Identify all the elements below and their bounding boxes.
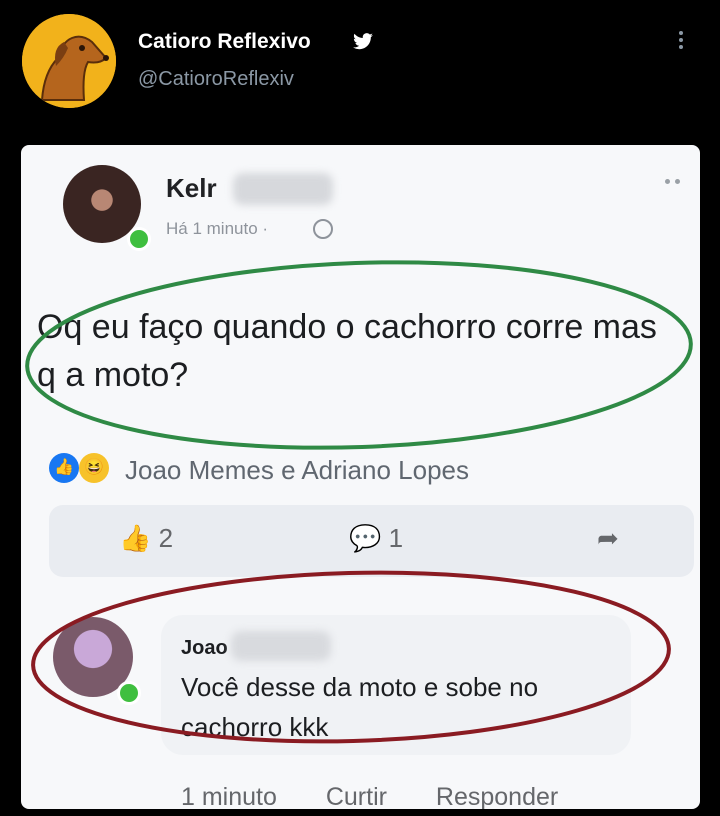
redacted-surname (233, 173, 333, 205)
comment-like-link: Curtir (325, 783, 387, 809)
comment-reply-link: Responder (435, 783, 559, 809)
handle[interactable]: @CatioroReflexiv (138, 68, 294, 91)
comment-icon: 💬 (349, 523, 382, 553)
dog-avatar[interactable] (22, 14, 116, 108)
comment-meta: 1 minuto Curtir Responder (181, 783, 600, 809)
like-count: 👍 2 (119, 523, 173, 554)
twitter-bird-icon (352, 33, 374, 56)
vertical-dots-icon[interactable] (676, 28, 686, 58)
post-action-bar: 👍 2 💬 1 ➦ (49, 505, 694, 577)
comment-text: Você desse da moto e sobe no cachorro kk… (181, 672, 539, 742)
post-timestamp: Há 1 minuto · (166, 219, 269, 238)
share-icon: ➦ (597, 523, 619, 553)
thumbs-up-icon: 👍 (119, 523, 152, 553)
post-options-icon (665, 179, 680, 184)
comment-time: 1 minuto (181, 783, 277, 809)
haha-reaction-icon: 😆 (79, 453, 109, 483)
redacted-comment-surname (231, 631, 331, 661)
post-author-name: Kelr (166, 173, 217, 203)
comment-author-name: Joao (181, 637, 228, 659)
dog-avatar-illustration (22, 14, 116, 108)
comment-online-dot (117, 681, 141, 705)
like-count-value: 2 (158, 523, 174, 553)
display-name[interactable]: Catioro Reflexivo (138, 30, 311, 54)
post-text: Oq eu faço quando o cachorro corre mas q… (37, 308, 657, 394)
like-reaction-icon: 👍 (49, 453, 79, 483)
online-status-dot (127, 227, 151, 251)
tweet-header: Catioro Reflexivo @CatioroReflexiv (0, 0, 720, 140)
comment-count: 💬 1 (349, 523, 403, 554)
globe-icon (313, 219, 333, 239)
comment-count-value: 1 (388, 523, 404, 553)
reaction-names: Joao Memes e Adriano Lopes (125, 455, 469, 485)
facebook-post-screenshot: Kelr Há 1 minuto · Oq eu faço quando o c… (21, 145, 700, 809)
